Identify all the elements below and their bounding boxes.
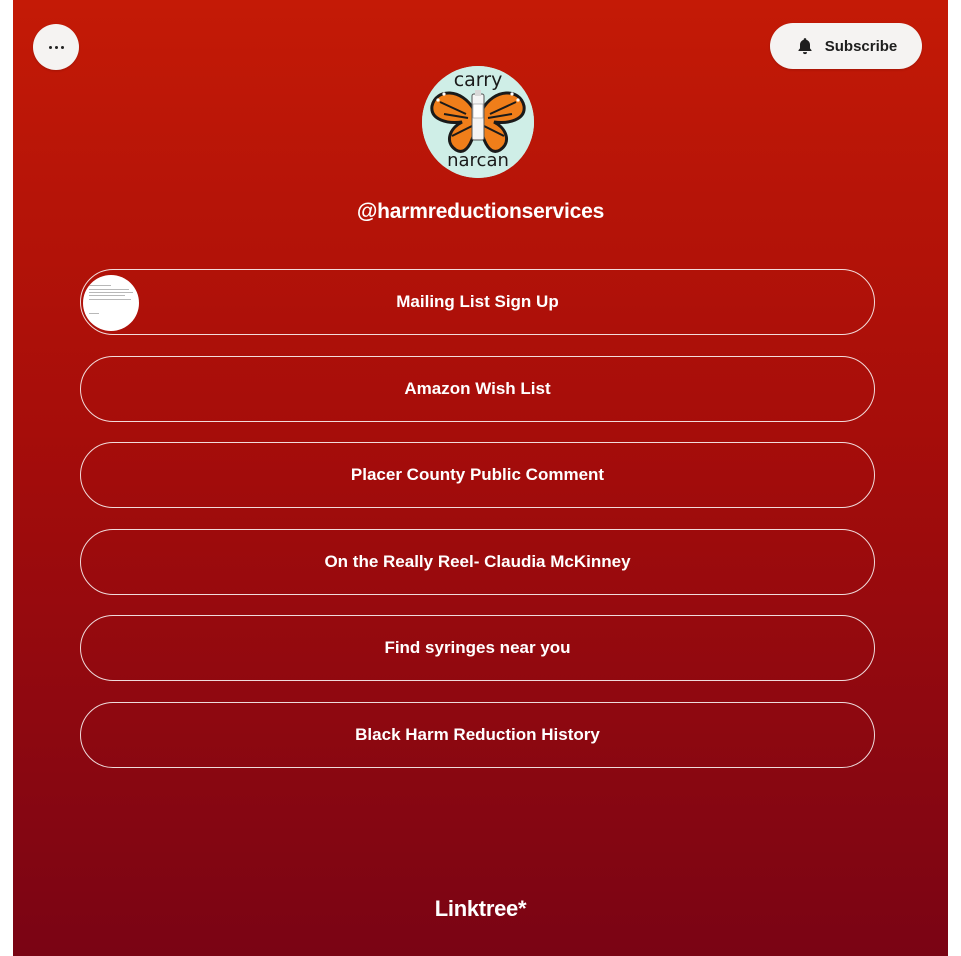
link-button-find-syringes[interactable]: Find syringes near you [80,615,875,681]
subscribe-button[interactable]: Subscribe [770,23,922,69]
linktree-wordmark: Linktree [434,896,518,921]
link-label: Mailing List Sign Up [396,292,559,311]
link-label: Amazon Wish List [404,378,551,398]
avatar-top-lettering: carry [454,69,503,91]
more-dots-icon [48,45,64,49]
link-label: Placer County Public Comment [350,465,605,484]
link-button-amazon-wish-list[interactable]: Amazon Wish List [80,355,875,422]
link-label: On the Really Reel- Claudia McKinney [324,551,631,571]
more-options-button[interactable] [33,24,79,70]
link-thumbnail [83,275,139,331]
linktree-logo[interactable]: Linktree* [13,896,948,922]
link-button-black-harm-reduction-history[interactable]: Black Harm Reduction History [80,701,875,768]
link-button-mailing-list[interactable]: Mailing List Sign Up [80,269,875,335]
avatar-bottom-lettering: narcan [447,150,509,171]
linktree-page: Subscribe carry narcan @harmreductionser… [13,0,948,956]
link-button-public-comment[interactable]: Placer County Public Comment [80,442,875,508]
link-label: Find syringes near you [384,638,571,657]
link-button-really-reel[interactable]: On the Really Reel- Claudia McKinney [80,528,875,595]
butterfly-narcan-image: carry narcan [422,66,534,178]
profile-handle: @harmreductionservices [356,200,605,223]
profile-avatar: carry narcan [422,66,534,178]
bell-icon [798,38,812,55]
link-label: Black Harm Reduction History [355,724,600,744]
subscribe-label: Subscribe [824,37,898,55]
linktree-asterisk-icon: * [517,896,527,921]
link-list: Mailing List Sign Up Amazon Wish List Pl… [80,269,875,788]
